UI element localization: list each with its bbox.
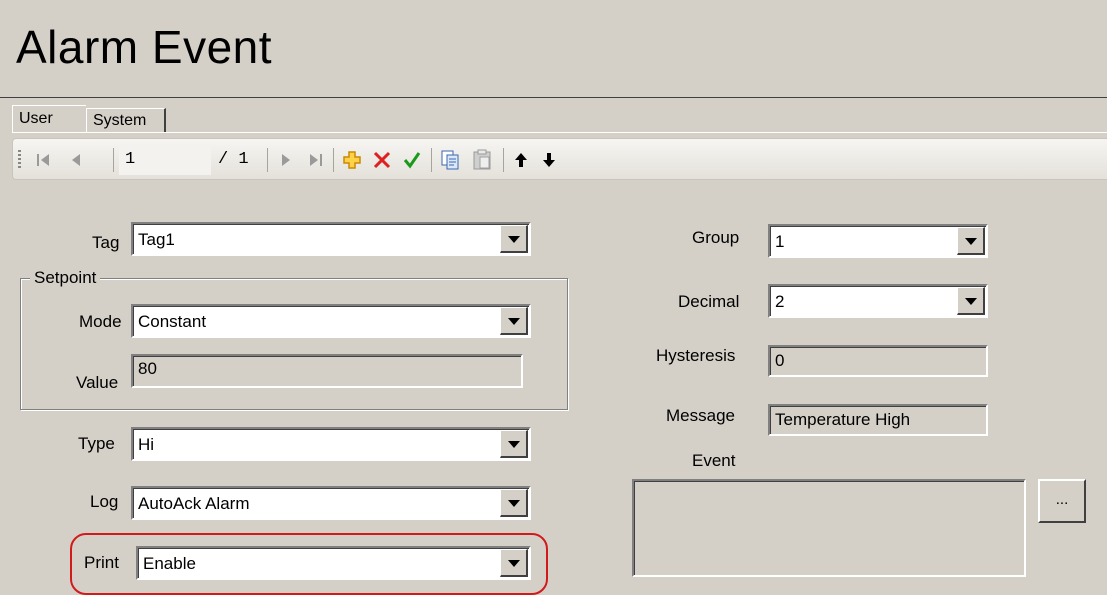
next-record-icon[interactable] — [275, 139, 297, 181]
chevron-down-icon[interactable] — [500, 549, 528, 577]
title-divider — [0, 97, 1107, 98]
tag-label: Tag — [92, 233, 120, 252]
chevron-down-icon[interactable] — [500, 489, 528, 517]
decimal-label: Decimal — [678, 292, 740, 311]
chevron-down-icon[interactable] — [957, 287, 985, 315]
group-value: 1 — [775, 232, 785, 251]
tab-panel-border — [12, 132, 1107, 133]
copy-icon[interactable] — [437, 139, 463, 181]
type-combobox[interactable]: Hi — [131, 427, 531, 461]
mode-value: Constant — [138, 312, 207, 331]
toolbar-separator — [333, 148, 334, 172]
setpoint-group-title: Setpoint — [30, 268, 101, 288]
message-value: Temperature High — [775, 410, 911, 429]
tag-combobox[interactable]: Tag1 — [131, 222, 531, 256]
type-value: Hi — [138, 435, 155, 454]
value-label: Value — [76, 373, 119, 392]
log-value: AutoAck Alarm — [138, 494, 250, 513]
setpoint-value: 80 — [138, 359, 157, 378]
delete-icon[interactable] — [369, 139, 395, 181]
accept-icon[interactable] — [399, 139, 425, 181]
toolbar-separator — [431, 148, 432, 172]
group-label: Group — [692, 228, 740, 247]
event-label: Event — [692, 451, 736, 470]
add-icon[interactable] — [339, 139, 365, 181]
message-label: Message — [666, 406, 735, 425]
group-combobox[interactable]: 1 — [768, 224, 988, 258]
message-field[interactable]: Temperature High — [768, 404, 988, 436]
toolbar-grip[interactable] — [18, 150, 21, 170]
hysteresis-value: 0 — [775, 351, 785, 370]
setpoint-value-field[interactable]: 80 — [131, 354, 523, 388]
chevron-down-icon[interactable] — [500, 307, 528, 335]
record-navigator-toolbar: / 1 — [12, 138, 1107, 180]
chevron-down-icon[interactable] — [957, 227, 985, 255]
event-textbox[interactable] — [632, 479, 1026, 577]
toolbar-separator — [503, 148, 504, 172]
move-down-icon[interactable] — [537, 139, 561, 181]
prev-record-icon[interactable] — [65, 139, 87, 181]
type-label: Type — [78, 434, 115, 453]
chevron-down-icon[interactable] — [500, 225, 528, 253]
toolbar-separator — [267, 148, 268, 172]
page-title: Alarm Event — [16, 21, 273, 73]
log-label: Log — [90, 492, 119, 511]
decimal-value: 2 — [775, 292, 785, 311]
mode-combobox[interactable]: Constant — [131, 304, 531, 338]
paste-icon[interactable] — [469, 139, 495, 181]
record-total-label: / 1 — [218, 150, 249, 169]
event-browse-button[interactable]: ... — [1038, 479, 1086, 523]
first-record-icon[interactable] — [31, 139, 55, 181]
toolbar-separator — [113, 148, 114, 172]
move-up-icon[interactable] — [509, 139, 533, 181]
log-combobox[interactable]: AutoAck Alarm — [131, 486, 531, 520]
chevron-down-icon[interactable] — [500, 430, 528, 458]
last-record-icon[interactable] — [303, 139, 329, 181]
mode-label: Mode — [79, 312, 122, 331]
hysteresis-label: Hysteresis — [656, 346, 736, 365]
tab-user[interactable]: User — [12, 105, 86, 133]
tab-system[interactable]: System — [86, 108, 166, 133]
decimal-combobox[interactable]: 2 — [768, 284, 988, 318]
print-label: Print — [84, 553, 119, 572]
print-value: Enable — [143, 554, 196, 573]
hysteresis-field[interactable]: 0 — [768, 345, 988, 377]
print-combobox[interactable]: Enable — [136, 546, 531, 580]
record-number-input[interactable] — [119, 145, 211, 175]
tag-value: Tag1 — [138, 230, 175, 249]
